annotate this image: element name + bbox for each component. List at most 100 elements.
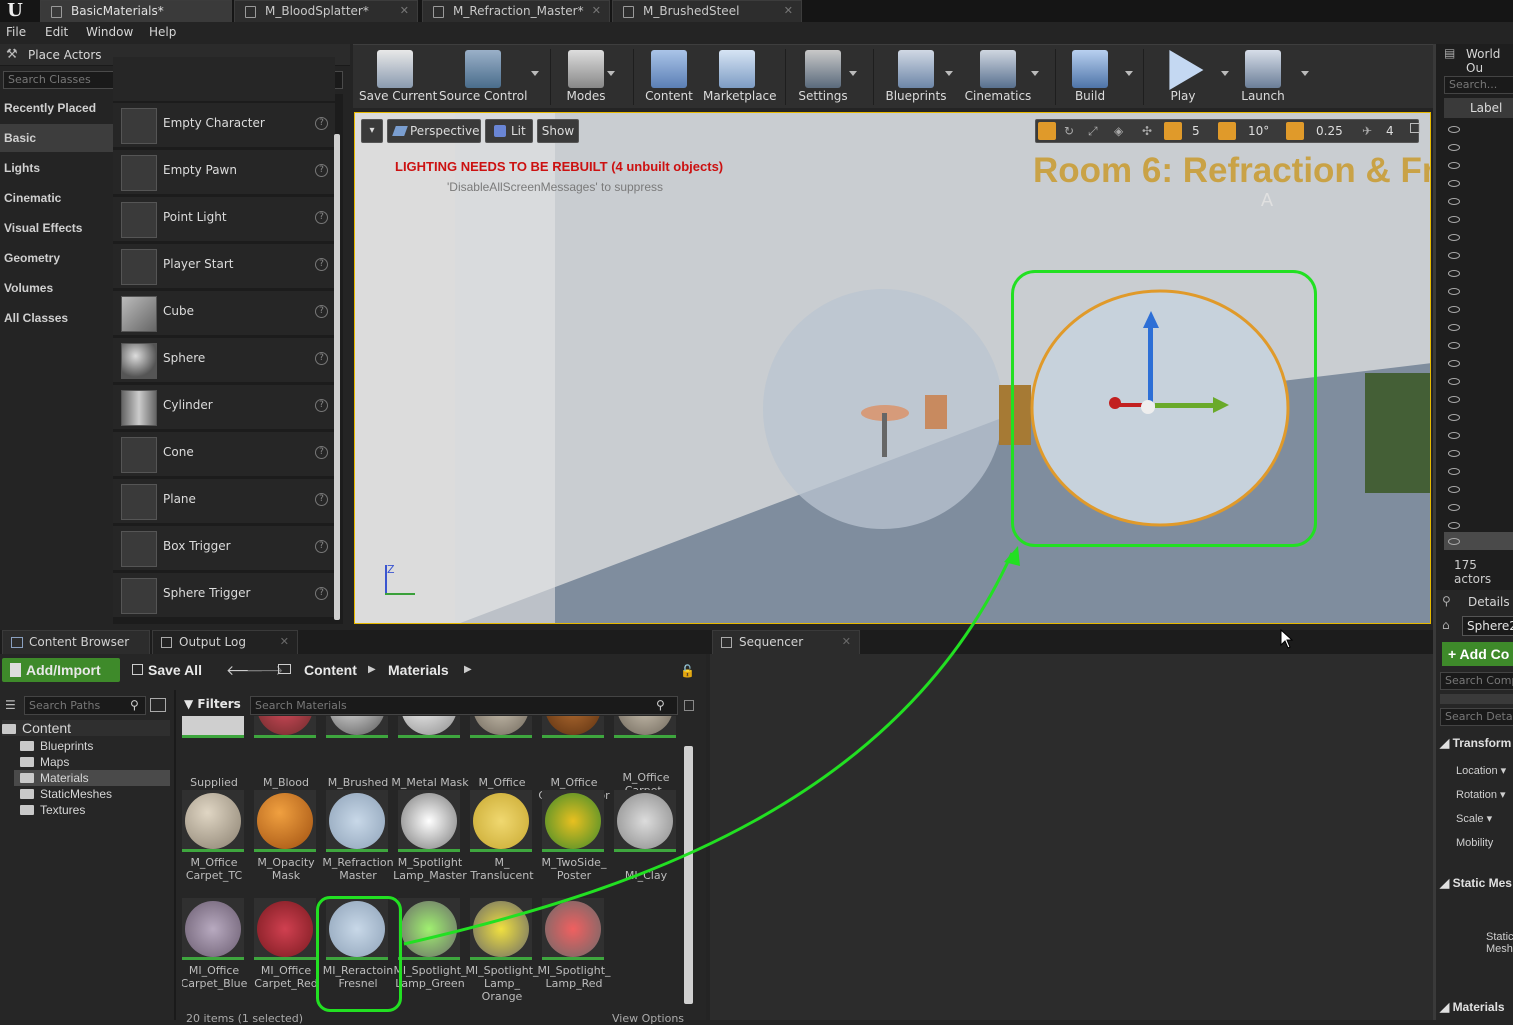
translate-icon[interactable] — [1038, 122, 1056, 140]
help-icon[interactable]: ? — [315, 211, 328, 224]
marketplace-button[interactable]: Marketplace — [703, 45, 777, 109]
actor-sphere[interactable]: Sphere? — [113, 338, 335, 383]
eye-icon[interactable] — [1448, 270, 1460, 277]
actor-empty-character[interactable]: Empty Character? — [113, 103, 335, 148]
asset-brushed-steel[interactable]: M_Brushed Steel — [326, 716, 390, 802]
chevron-down-icon[interactable] — [1125, 71, 1133, 76]
asset-office-carpet-blue[interactable]: MI_Office Carpet_Blue — [182, 898, 247, 1006]
label-column-header[interactable]: Label — [1444, 98, 1513, 118]
location-label[interactable]: Location ▾ — [1456, 764, 1506, 777]
eye-icon[interactable] — [1448, 450, 1460, 457]
asset-office-carpet-color[interactable]: M_Office Carpet_Color — [538, 716, 610, 802]
asset-spotlight-lamp-master[interactable]: M_Spotlight Lamp_Master — [393, 790, 467, 898]
filters-button[interactable]: ▼ Filters — [184, 697, 241, 711]
lit-button[interactable]: Lit — [485, 119, 533, 143]
eye-icon[interactable] — [1448, 378, 1460, 385]
help-icon[interactable]: ? — [315, 493, 328, 506]
eye-icon[interactable] — [1448, 126, 1460, 133]
save-all-button[interactable]: Save All — [130, 658, 210, 682]
eye-icon[interactable] — [1448, 234, 1460, 241]
search-components-input[interactable]: Search Comp — [1440, 672, 1513, 690]
rotation-snap-icon[interactable] — [1218, 122, 1236, 140]
category-lights[interactable]: Lights — [0, 154, 113, 182]
search-materials-input[interactable]: Search Materials — [250, 696, 678, 715]
eye-icon[interactable] — [1448, 468, 1460, 475]
chevron-down-icon[interactable] — [945, 71, 953, 76]
search-paths-input[interactable]: Search Paths — [24, 696, 146, 715]
show-button[interactable]: Show — [537, 119, 579, 143]
help-icon[interactable]: ? — [315, 399, 328, 412]
category-visual-effects[interactable]: Visual Effects — [0, 214, 113, 242]
asset-twoside-poster[interactable]: M_TwoSide_ Poster — [542, 790, 606, 898]
menu-window[interactable]: Window — [86, 25, 133, 39]
maximize-icon[interactable] — [1410, 123, 1420, 133]
tab-brushed-steel[interactable]: M_BrushedSteel ✕ — [612, 0, 802, 22]
menu-help[interactable]: Help — [149, 25, 176, 39]
component-tree[interactable] — [1440, 694, 1513, 704]
viewport-options-button[interactable]: ▾ — [361, 119, 383, 143]
asset-translucent[interactable]: M_ Translucent — [470, 790, 534, 898]
actor-box-trigger[interactable]: Box Trigger? — [113, 526, 335, 571]
asset-spotlight-lamp-red[interactable]: MI_Spotlight_ Lamp_Red — [537, 898, 611, 1006]
add-import-button[interactable]: Add/Import — [2, 658, 120, 682]
actor-point-light[interactable]: Point Light? — [113, 197, 335, 242]
chevron-down-icon[interactable] — [1301, 71, 1309, 76]
content-button[interactable]: Content — [643, 45, 695, 109]
add-component-button[interactable]: + Add Co — [1442, 642, 1513, 666]
sources-icon[interactable]: ☰ — [5, 698, 16, 712]
scrollbar[interactable] — [334, 134, 340, 620]
category-recently-placed[interactable]: Recently Placed — [0, 94, 113, 122]
category-geometry[interactable]: Geometry — [0, 244, 113, 272]
help-icon[interactable]: ? — [315, 446, 328, 459]
blueprints-button[interactable]: Blueprints — [883, 45, 953, 109]
eye-icon[interactable] — [1448, 414, 1460, 421]
asset-supplied[interactable]: Supplied — [182, 716, 246, 789]
tab-sequencer[interactable]: Sequencer ✕ — [712, 630, 860, 654]
play-button[interactable]: Play — [1157, 45, 1229, 109]
help-icon[interactable]: ? — [315, 258, 328, 271]
build-button[interactable]: Build — [1065, 45, 1133, 109]
chevron-down-icon[interactable] — [531, 71, 539, 76]
asset-office-carpet-master[interactable]: M_Office Carpet_ Master — [614, 716, 678, 810]
eye-icon[interactable] — [1448, 396, 1460, 403]
view-options-button[interactable]: View Options — [612, 1012, 684, 1025]
chevron-down-icon[interactable] — [607, 71, 615, 76]
help-icon[interactable]: ? — [315, 587, 328, 600]
eye-icon[interactable] — [1448, 288, 1460, 295]
settings-button[interactable]: Settings — [795, 45, 857, 109]
camera-speed-icon[interactable]: ✈ — [1362, 124, 1372, 138]
eye-icon[interactable] — [1448, 324, 1460, 331]
eye-icon[interactable] — [1448, 306, 1460, 313]
category-basic[interactable]: Basic — [0, 124, 113, 152]
asset-office-carpet[interactable]: M_Office Carpet — [470, 716, 534, 802]
eye-icon[interactable] — [1448, 504, 1460, 511]
static-mesh-section[interactable]: ◢ Static Mes — [1440, 876, 1512, 890]
tab-output-log[interactable]: Output Log ✕ — [152, 630, 298, 654]
transform-section[interactable]: ◢ Transform — [1440, 736, 1511, 750]
tree-blueprints[interactable]: Blueprints — [20, 738, 93, 754]
close-icon[interactable]: ✕ — [400, 1, 409, 21]
menu-file[interactable]: File — [6, 25, 26, 39]
breadcrumb-materials[interactable]: Materials — [388, 658, 449, 682]
rotation-snap-value[interactable]: 10° — [1248, 124, 1269, 138]
chevron-down-icon[interactable] — [1031, 71, 1039, 76]
cinematics-button[interactable]: Cinematics — [963, 45, 1039, 109]
asset-refraction-master[interactable]: M_Refraction Master — [322, 790, 394, 898]
eye-icon[interactable] — [1448, 432, 1460, 439]
perspective-button[interactable]: Perspective — [387, 119, 481, 143]
scale-icon[interactable]: ⤢ — [1088, 124, 1098, 139]
actor-cone[interactable]: Cone? — [113, 432, 335, 477]
tree-content[interactable]: Content — [2, 720, 170, 736]
eye-icon[interactable] — [1448, 162, 1460, 169]
actor-empty-pawn[interactable]: Empty Pawn? — [113, 150, 335, 195]
grid-snap-value[interactable]: 5 — [1192, 124, 1200, 138]
scale-snap-value[interactable]: 0.25 — [1316, 124, 1343, 138]
tree-static-meshes[interactable]: StaticMeshes — [20, 786, 112, 802]
menu-edit[interactable]: Edit — [45, 25, 68, 39]
object-name-field[interactable]: Sphere2 — [1462, 616, 1513, 636]
rotate-icon[interactable]: ↻ — [1064, 124, 1074, 138]
actor-cylinder[interactable]: Cylinder? — [113, 385, 335, 430]
view-toggle-icon[interactable] — [150, 698, 166, 712]
close-icon[interactable]: ✕ — [784, 1, 793, 21]
source-control-button[interactable]: Source Control — [439, 45, 539, 109]
